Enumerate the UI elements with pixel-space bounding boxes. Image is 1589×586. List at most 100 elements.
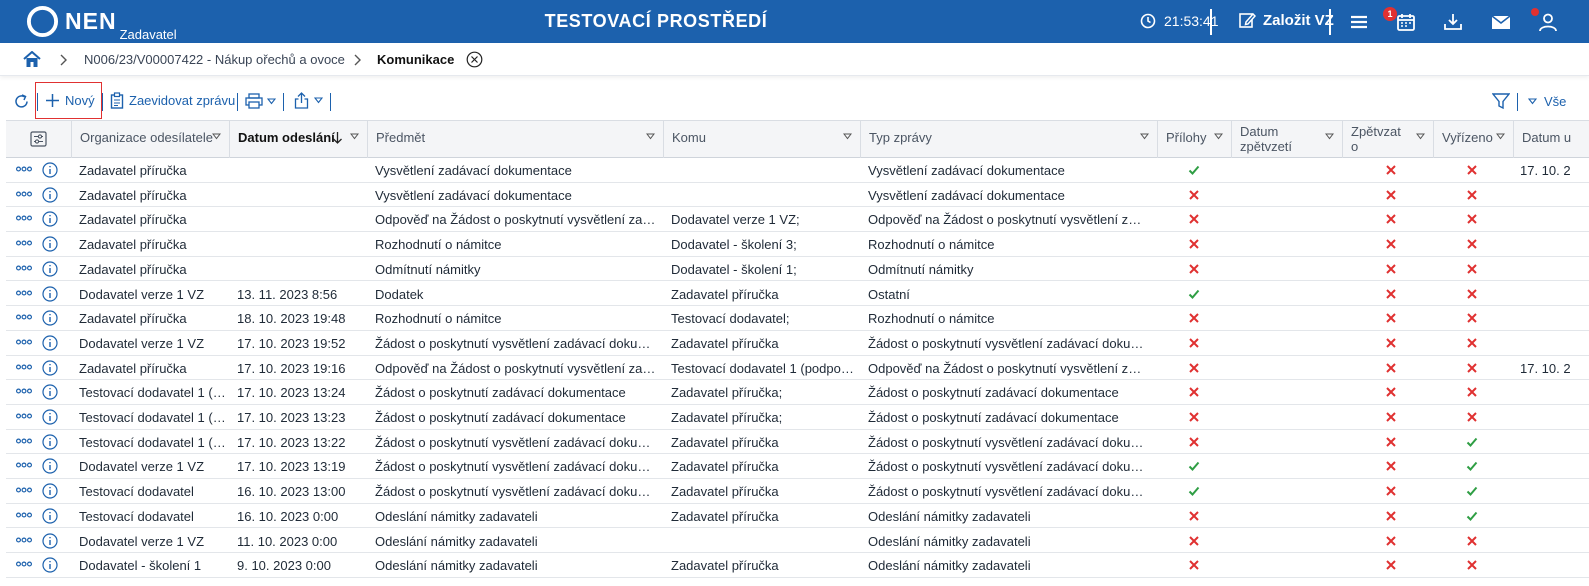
more-actions-icon[interactable] <box>16 461 32 469</box>
more-actions-icon[interactable] <box>16 560 32 568</box>
view-filter-select[interactable]: Vše <box>1528 94 1566 109</box>
user-icon[interactable] <box>1537 11 1559 33</box>
info-icon[interactable] <box>42 310 58 326</box>
column-header-withdraw-date[interactable]: Datum zpětvzetí <box>1231 121 1342 158</box>
more-actions-icon[interactable] <box>16 536 32 544</box>
close-tab-icon[interactable] <box>466 51 483 68</box>
filter-icon[interactable] <box>1492 92 1510 110</box>
info-icon[interactable] <box>42 557 58 573</box>
more-actions-icon[interactable] <box>16 486 32 494</box>
info-icon[interactable] <box>42 211 58 227</box>
table-row[interactable]: Dodavatel verze 1 VZ 13. 11. 2023 8:56 Dod… <box>6 282 1589 307</box>
info-icon[interactable] <box>42 236 58 252</box>
cell-date <box>237 257 365 281</box>
attachments-cross-icon <box>1189 412 1199 422</box>
record-message-button[interactable]: Zaevidovat zprávu <box>110 92 235 109</box>
table-row[interactable]: Zadavatel příručka Odmítnutí námitky Dodav… <box>6 257 1589 282</box>
info-icon[interactable] <box>42 187 58 203</box>
column-header-to[interactable]: Komu <box>663 121 860 158</box>
column-header-subject[interactable]: Předmět <box>367 121 663 158</box>
info-icon[interactable] <box>42 508 58 524</box>
info-icon[interactable] <box>42 359 58 376</box>
more-actions-icon[interactable] <box>16 387 32 395</box>
table-row[interactable]: Zadavatel příručka Rozhodnutí o námitce Do… <box>6 232 1589 257</box>
info-icon[interactable] <box>42 261 58 277</box>
cell-to: Zadavatel příručka <box>671 434 779 450</box>
table-row[interactable]: Dodavatel verze 1 VZ 17. 10. 2023 13:19 Žá… <box>6 454 1589 480</box>
table-row[interactable]: Testovací dodavatel 1 (podpora) 17. 10. 2… <box>6 380 1589 405</box>
cell-subject: Žádost o poskytnutí vysvětlení zadávací … <box>375 434 657 450</box>
column-filter-icon[interactable] <box>843 133 852 140</box>
table-row[interactable]: Testovací dodavatel 16. 10. 2023 0:00 Odes… <box>6 504 1589 529</box>
column-filter-icon[interactable] <box>1140 133 1149 140</box>
more-actions-icon[interactable] <box>16 363 32 371</box>
table-row[interactable]: Zadavatel příručka 18. 10. 2023 19:48 Rozh… <box>6 306 1589 331</box>
more-actions-icon[interactable] <box>16 165 32 173</box>
column-filter-icon[interactable] <box>646 133 655 140</box>
info-icon[interactable] <box>42 384 58 400</box>
refresh-icon[interactable] <box>13 93 30 110</box>
table-row[interactable]: Testovací dodavatel 1 (podpora) 17. 10. 2… <box>6 430 1589 455</box>
column-filter-icon[interactable] <box>1214 133 1223 140</box>
info-icon[interactable] <box>42 434 58 450</box>
breadcrumb-contract[interactable]: N006/23/V00007422 - Nákup ořechů a ovoce <box>84 52 345 67</box>
found-contract-button[interactable]: Založit VZ <box>1238 11 1334 29</box>
table-row[interactable]: Testovací dodavatel 1 (podpora) 17. 10. 2… <box>6 405 1589 430</box>
info-icon[interactable] <box>42 335 58 351</box>
table-row[interactable]: Dodavatel - školení 1 9. 10. 2023 0:00 Ode… <box>6 553 1589 578</box>
calendar-icon[interactable] <box>1395 11 1417 33</box>
more-actions-icon[interactable] <box>16 313 32 321</box>
column-filter-icon[interactable] <box>1496 133 1505 140</box>
cell-last <box>1520 405 1589 429</box>
column-header-attachments[interactable]: Přílohy <box>1157 121 1231 158</box>
menu-icon[interactable] <box>1348 11 1370 33</box>
done-check-icon <box>1466 511 1478 521</box>
more-actions-icon[interactable] <box>16 190 32 198</box>
info-icon[interactable] <box>42 532 58 549</box>
home-icon[interactable] <box>23 51 41 68</box>
table-row[interactable]: Dodavatel verze 1 VZ 11. 10. 2023 0:00 Ode… <box>6 529 1589 554</box>
column-filter-icon[interactable] <box>212 133 221 140</box>
table-row[interactable]: Zadavatel příručka Odpověď na Žádost o po… <box>6 207 1589 233</box>
table-row[interactable]: Testovací dodavatel 16. 10. 2023 13:00 Žád… <box>6 479 1589 504</box>
more-actions-icon[interactable] <box>16 511 32 519</box>
table-row[interactable]: Zadavatel příručka Vysvětlení zadávací do… <box>6 183 1589 208</box>
export-menu-button[interactable] <box>294 92 323 109</box>
more-actions-icon[interactable] <box>16 239 32 247</box>
column-header-last[interactable]: Datum u <box>1513 121 1589 158</box>
withdrawn-cross-icon <box>1386 239 1396 249</box>
more-actions-icon[interactable] <box>16 412 32 420</box>
more-actions-icon[interactable] <box>16 338 32 346</box>
column-header-org[interactable]: Organizace odesílatele <box>71 121 229 158</box>
sort-descending-icon[interactable] <box>332 131 343 145</box>
info-icon[interactable] <box>42 285 58 302</box>
environment-title: TESTOVACÍ PROSTŘEDÍ <box>544 11 768 31</box>
column-header-done[interactable]: Vyřízeno <box>1433 121 1513 158</box>
table-row[interactable]: Zadavatel příručka Vysvětlení zadávací do… <box>6 158 1589 183</box>
column-header-type[interactable]: Typ zprávy <box>860 121 1157 158</box>
column-filter-icon[interactable] <box>1416 133 1425 140</box>
cell-type: Odeslání námitky zadavateli <box>868 558 1031 574</box>
withdrawn-cross-icon <box>1386 560 1396 570</box>
print-menu-button[interactable] <box>245 93 276 109</box>
info-icon[interactable] <box>42 458 58 474</box>
more-actions-icon[interactable] <box>16 289 32 297</box>
column-filter-icon[interactable] <box>1325 133 1334 140</box>
clipboard-icon <box>110 92 124 109</box>
mail-icon[interactable] <box>1490 11 1512 33</box>
info-icon[interactable] <box>42 409 58 425</box>
more-actions-icon[interactable] <box>16 437 32 445</box>
download-icon[interactable] <box>1442 11 1464 33</box>
table-row[interactable]: Dodavatel verze 1 VZ 17. 10. 2023 19:52 Žá… <box>6 331 1589 356</box>
column-header-date[interactable]: Datum odeslání <box>229 121 367 158</box>
done-cross-icon <box>1467 239 1477 249</box>
column-filter-icon[interactable] <box>350 133 359 140</box>
column-header-withdrawn[interactable]: Zpětvzat o <box>1342 121 1433 158</box>
more-actions-icon[interactable] <box>16 264 32 272</box>
cell-type: Rozhodnutí o námitce <box>868 311 995 327</box>
info-icon[interactable] <box>42 162 58 178</box>
column-settings[interactable] <box>6 121 71 158</box>
more-actions-icon[interactable] <box>16 214 32 222</box>
table-row[interactable]: Zadavatel příručka 17. 10. 2023 19:16 Odpo… <box>6 356 1589 381</box>
info-icon[interactable] <box>42 483 58 499</box>
